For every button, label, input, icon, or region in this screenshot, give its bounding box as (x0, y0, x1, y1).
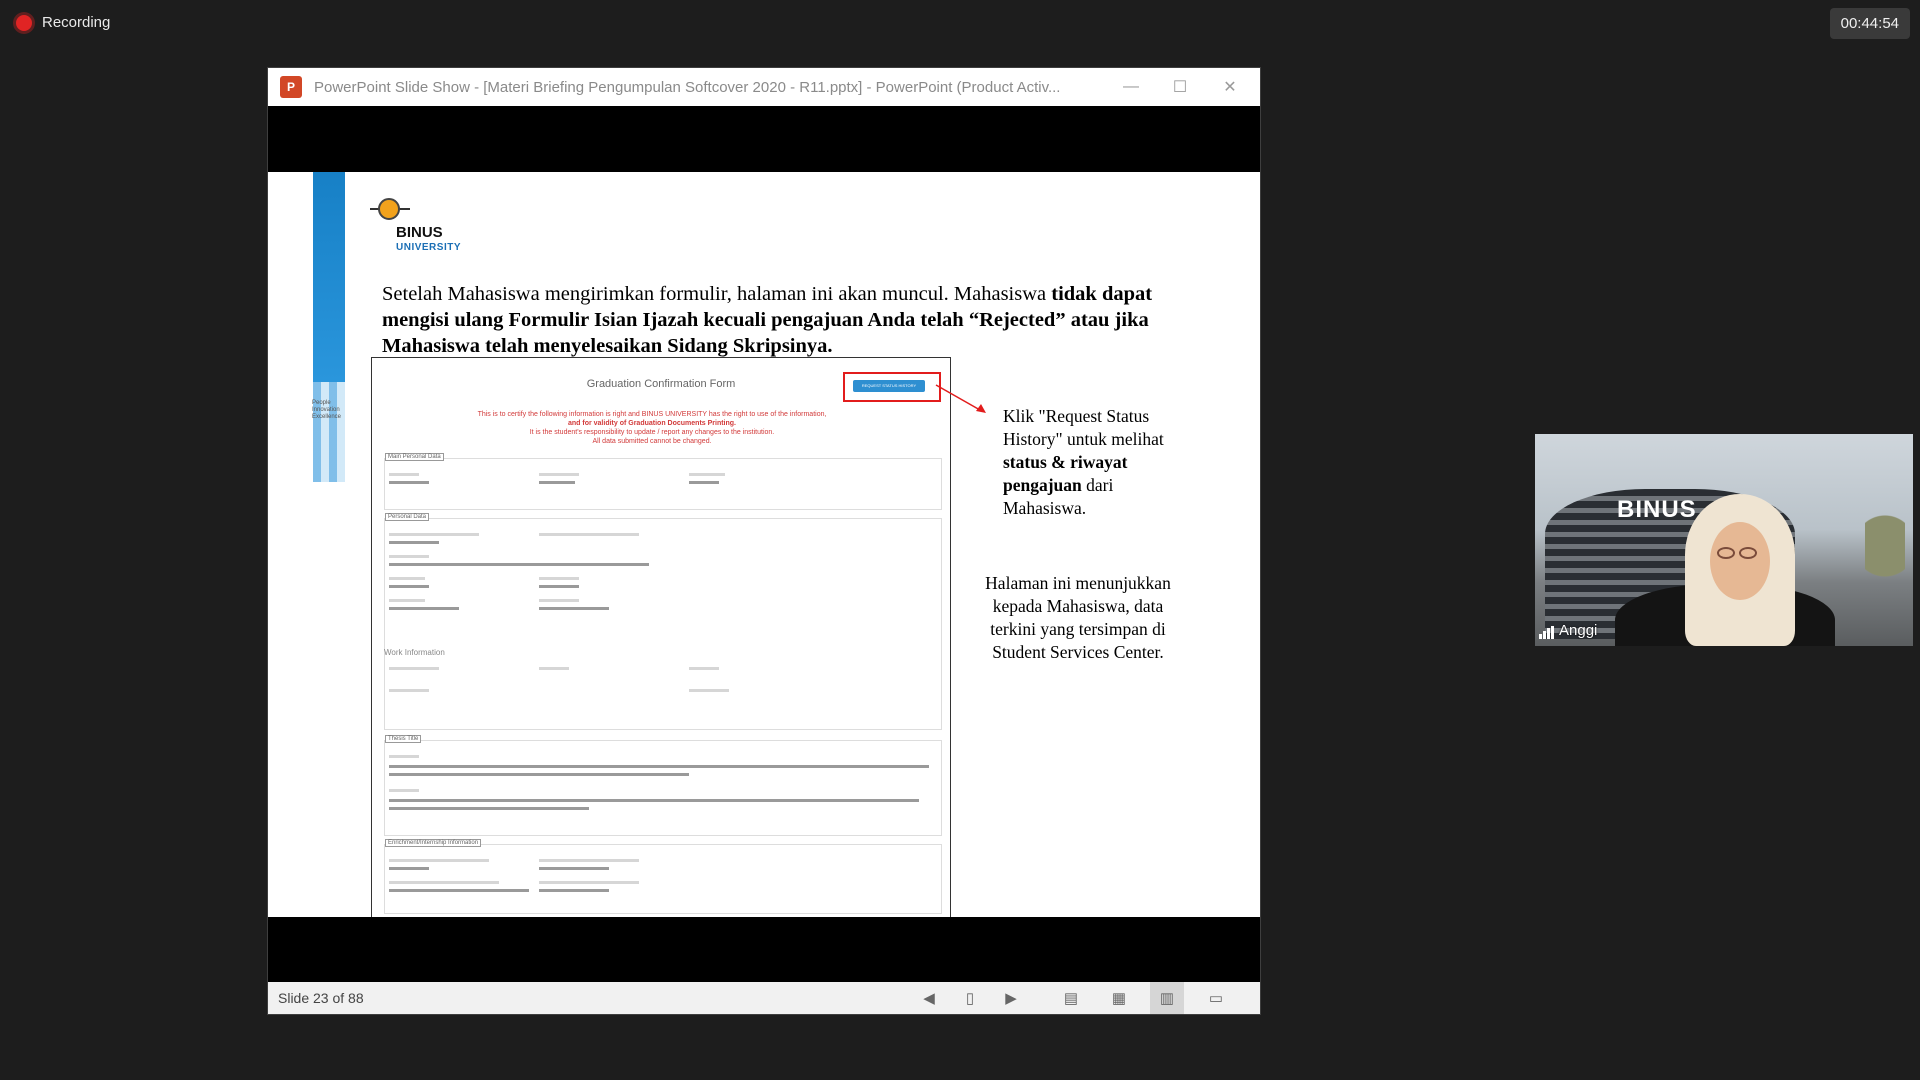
participant-glasses (1717, 546, 1765, 559)
slide-canvas[interactable]: People Innovation Excellence BINUS UNIVE… (268, 172, 1260, 917)
slideshow-icon[interactable]: ▭ (1206, 988, 1226, 1008)
recording-dot-icon (16, 14, 32, 31)
recording-indicator: Recording (16, 14, 110, 31)
signal-strength-icon (1539, 626, 1554, 639)
side-note-current-data: Halaman ini menunjukkan kepada Mahasiswa… (985, 573, 1171, 662)
shared-window: P PowerPoint Slide Show - [Materi Briefi… (267, 67, 1261, 1015)
recording-label: Recording (42, 14, 111, 31)
previous-icon[interactable]: ◀ (919, 988, 939, 1008)
pointer-arrow-icon (935, 384, 986, 413)
reading-view-icon[interactable]: ▥ (1150, 982, 1184, 1014)
participant-name-tag: Anggi (1539, 622, 1597, 639)
normal-view-icon[interactable]: ▤ (1061, 988, 1081, 1008)
powerpoint-icon: P (280, 76, 302, 98)
participant-video[interactable]: BINUS Anggi (1535, 434, 1913, 646)
notes-icon[interactable]: ▯ (960, 988, 980, 1008)
side-note-request-status: Klik "Request Status History" untuk meli… (1003, 406, 1164, 518)
participant-face (1710, 522, 1770, 600)
meeting-timer: 00:44:54 (1829, 8, 1910, 39)
window-title: PowerPoint Slide Show - [Materi Briefing… (314, 78, 1061, 96)
video-background-sign: BINUS (1617, 496, 1697, 523)
slide-sorter-icon[interactable]: ▦ (1109, 988, 1129, 1008)
close-button[interactable]: ✕ (1201, 68, 1259, 106)
slide-counter: Slide 23 of 88 (278, 990, 364, 1006)
participant-name: Anggi (1559, 622, 1598, 639)
video-background-tree (1865, 504, 1905, 644)
next-icon[interactable]: ▶ (1001, 988, 1021, 1008)
slideshow-statusbar: Slide 23 of 88 ◀ ▯ ▶ ▤ ▦ ▥ ▭ (268, 982, 1260, 1014)
window-titlebar[interactable]: P PowerPoint Slide Show - [Materi Briefi… (268, 68, 1260, 106)
